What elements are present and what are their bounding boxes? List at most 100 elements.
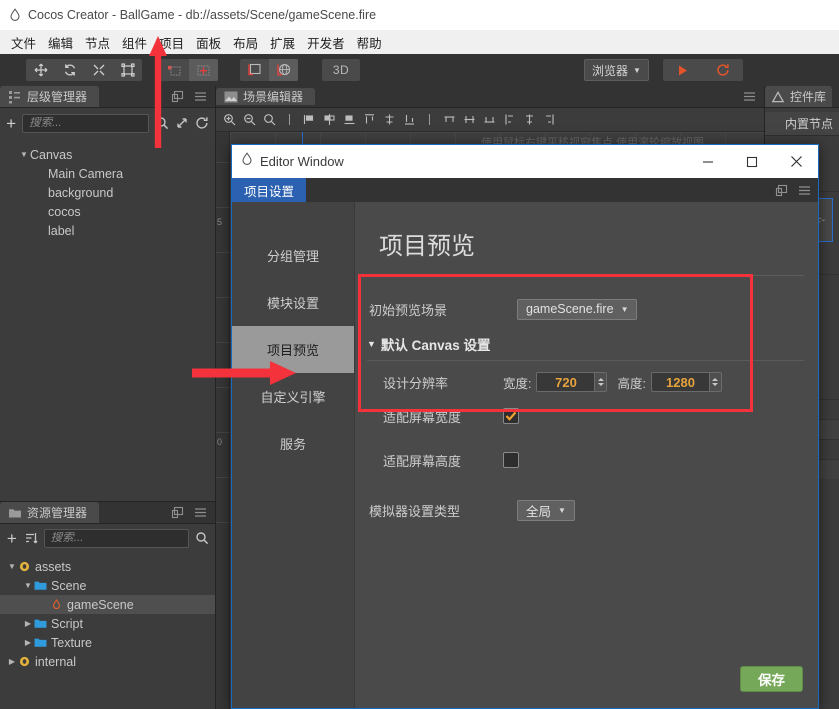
height-input[interactable]: 1280: [650, 372, 709, 392]
pivot-center-icon[interactable]: [189, 59, 218, 81]
burger-icon[interactable]: [194, 90, 207, 103]
menu-panel[interactable]: 面板: [190, 31, 227, 54]
align-vcenter-icon[interactable]: [380, 111, 399, 129]
tab-assets[interactable]: 资源管理器: [0, 502, 100, 523]
assets-search-input[interactable]: [50, 532, 182, 544]
asset-row-assets[interactable]: ▼ assets: [0, 557, 215, 576]
asset-row-scene[interactable]: ▼ Scene: [0, 576, 215, 595]
save-button[interactable]: 保存: [740, 666, 803, 692]
rotate-tool-icon[interactable]: [55, 59, 84, 81]
play-icon[interactable]: [663, 59, 703, 81]
search-icon[interactable]: [155, 116, 169, 130]
sidebar-item-module-settings[interactable]: 模块设置: [232, 279, 354, 326]
hierarchy-search-input[interactable]: [29, 117, 142, 129]
refresh-icon[interactable]: [703, 59, 743, 81]
add-asset-button[interactable]: +: [6, 530, 18, 547]
chevron-right-icon[interactable]: ▶: [22, 619, 34, 628]
menu-component[interactable]: 组件: [116, 31, 153, 54]
tab-scene-editor[interactable]: 场景编辑器: [216, 88, 316, 105]
menu-developer[interactable]: 开发者: [301, 31, 351, 54]
tree-node-background[interactable]: background: [0, 183, 215, 202]
dist-h-right-icon[interactable]: [480, 111, 499, 129]
tab-hierarchy[interactable]: 层级管理器: [0, 86, 100, 107]
global-coord-icon[interactable]: [269, 59, 298, 81]
popout-icon[interactable]: [171, 90, 184, 103]
sidebar-item-services[interactable]: 服务: [232, 420, 354, 467]
asset-row-texture[interactable]: ▶ Texture: [0, 633, 215, 652]
tree-node-label[interactable]: label: [0, 221, 215, 240]
dist-h-left-icon[interactable]: [440, 111, 459, 129]
asset-row-gamescene[interactable]: ▶ gameScene: [0, 595, 215, 614]
menu-extension[interactable]: 扩展: [264, 31, 301, 54]
menu-help[interactable]: 帮助: [351, 31, 388, 54]
popout-icon[interactable]: [775, 184, 788, 197]
asset-label: Texture: [51, 635, 92, 650]
height-spinner[interactable]: [708, 372, 722, 392]
fit-height-checkbox[interactable]: [503, 452, 519, 468]
align-hcenter-icon[interactable]: [320, 111, 339, 129]
sort-icon[interactable]: [24, 531, 38, 545]
asset-row-script[interactable]: ▶ Script: [0, 614, 215, 633]
zoom-out-icon[interactable]: [240, 111, 259, 129]
align-bottom-icon[interactable]: [400, 111, 419, 129]
assets-search-box[interactable]: [43, 528, 189, 548]
move-tool-icon[interactable]: [26, 59, 55, 81]
refresh-icon[interactable]: [195, 116, 209, 130]
burger-icon[interactable]: [743, 90, 756, 103]
browser-select[interactable]: 浏览器 ▼: [584, 59, 649, 81]
toggle-3d-button[interactable]: 3D: [322, 59, 360, 81]
scene-tabrow: 场景编辑器: [216, 86, 764, 108]
hierarchy-search-box[interactable]: [22, 113, 149, 133]
zoom-fit-icon[interactable]: [260, 111, 279, 129]
fit-width-checkbox[interactable]: [503, 408, 519, 424]
menu-node[interactable]: 节点: [79, 31, 116, 54]
width-stepper[interactable]: 宽度: 720: [503, 372, 608, 392]
dist-h-center-icon[interactable]: [460, 111, 479, 129]
dist-v-bottom-icon[interactable]: [540, 111, 559, 129]
scale-tool-icon[interactable]: [84, 59, 113, 81]
chevron-down-icon[interactable]: ▼: [6, 562, 18, 571]
local-coord-icon[interactable]: [240, 59, 269, 81]
maximize-button[interactable]: [730, 145, 774, 178]
close-button[interactable]: [774, 145, 818, 178]
sidebar-item-project-preview[interactable]: 项目预览: [232, 326, 354, 373]
menu-project[interactable]: 项目: [153, 31, 190, 54]
minimize-button[interactable]: [686, 145, 730, 178]
tree-node-main-camera[interactable]: Main Camera: [0, 164, 215, 183]
width-spinner[interactable]: [594, 372, 608, 392]
sidebar-item-group-manage[interactable]: 分组管理: [232, 232, 354, 279]
asset-row-internal[interactable]: ▶ internal: [0, 652, 215, 671]
menu-edit[interactable]: 编辑: [42, 31, 79, 54]
chevron-right-icon[interactable]: ▶: [22, 638, 34, 647]
align-right-icon[interactable]: [340, 111, 359, 129]
burger-icon[interactable]: [798, 184, 811, 197]
expand-icon[interactable]: [175, 116, 189, 130]
dist-v-center-icon[interactable]: [520, 111, 539, 129]
height-stepper[interactable]: 高度: 1280: [617, 372, 722, 392]
tree-node-cocos[interactable]: cocos: [0, 202, 215, 221]
canvas-settings-group-header[interactable]: ▼ 默认 Canvas 设置: [355, 326, 818, 358]
tab-project-settings[interactable]: 项目设置: [232, 178, 307, 202]
width-input[interactable]: 720: [536, 372, 595, 392]
align-top-icon[interactable]: [360, 111, 379, 129]
add-node-button[interactable]: +: [6, 115, 16, 132]
menu-layout[interactable]: 布局: [227, 31, 264, 54]
dist-v-top-icon[interactable]: [500, 111, 519, 129]
rect-tool-icon[interactable]: [113, 59, 142, 81]
align-left-icon[interactable]: [300, 111, 319, 129]
asset-label: Scene: [51, 578, 87, 593]
search-icon[interactable]: [195, 531, 209, 545]
chevron-right-icon[interactable]: ▶: [6, 657, 18, 666]
pivot-anchor-icon[interactable]: [160, 59, 189, 81]
menu-file[interactable]: 文件: [5, 31, 42, 54]
initial-scene-select[interactable]: gameScene.fire ▼: [517, 298, 638, 320]
sidebar-item-custom-engine[interactable]: 自定义引擎: [232, 373, 354, 420]
simulator-type-select[interactable]: 全局 ▼: [517, 499, 575, 521]
chevron-down-icon[interactable]: ▼: [22, 581, 34, 590]
tab-widget-library[interactable]: 控件库: [765, 86, 833, 107]
burger-icon[interactable]: [194, 506, 207, 519]
zoom-in-icon[interactable]: [220, 111, 239, 129]
popout-icon[interactable]: [171, 506, 184, 519]
chevron-down-icon[interactable]: ▼: [18, 150, 30, 159]
tree-node-canvas[interactable]: ▼ Canvas: [0, 145, 215, 164]
